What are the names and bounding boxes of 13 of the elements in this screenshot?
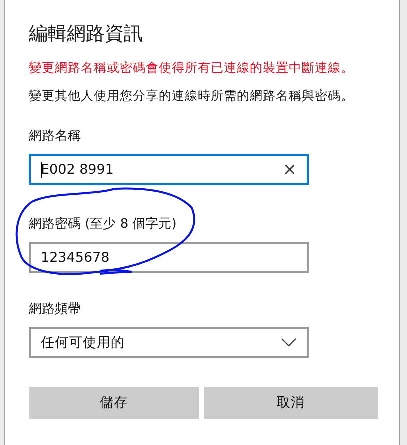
chevron-down-icon: [281, 338, 297, 347]
description-text: 變更其他人使用您分享的連線時所需的網路名稱與密碼。: [29, 88, 355, 104]
dialog-title: 編輯網路資訊: [29, 22, 144, 47]
save-button[interactable]: 儲存: [29, 387, 199, 419]
input-field[interactable]: E002 8991 ×: [29, 154, 309, 185]
field-label: 網路密碼 (至少 8 個字元): [29, 216, 178, 234]
warning-text: 變更網路名稱或密碼會使得所有已連線的裝置中斷連線。: [29, 60, 355, 76]
clear-button[interactable]: ×: [282, 160, 297, 180]
cancel-button[interactable]: 取消: [204, 387, 378, 419]
input-field[interactable]: 12345678: [29, 242, 309, 273]
field-label: 網路名稱: [29, 128, 82, 146]
field-label: 網路頻帶: [29, 301, 82, 319]
band-dropdown[interactable]: 任何可使用的: [29, 327, 309, 358]
